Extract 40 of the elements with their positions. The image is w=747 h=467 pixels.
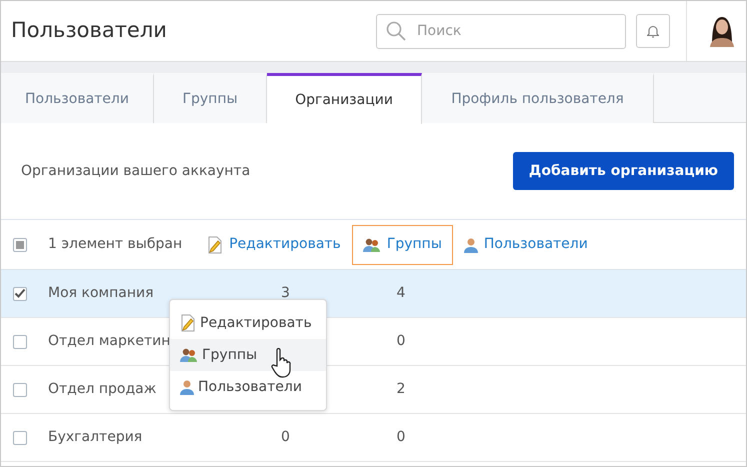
people-icon: [362, 236, 381, 252]
page-title: Пользователи: [10, 17, 168, 44]
table-cell: Отдел продаж: [48, 381, 156, 397]
pencil-icon: [207, 236, 224, 254]
table-cell: 2: [396, 381, 406, 397]
table-cell: 0: [281, 429, 290, 445]
pencil-icon: [180, 314, 196, 332]
notifications-button[interactable]: [636, 14, 670, 48]
select-all-checkbox[interactable]: [13, 238, 27, 252]
toolbar-action[interactable]: Пользователи: [452, 224, 599, 264]
row-checkbox[interactable]: [13, 334, 27, 348]
toolbar-action[interactable]: Группы: [352, 224, 453, 264]
row-checkbox[interactable]: [13, 286, 27, 300]
person-icon: [464, 236, 478, 252]
menu-item[interactable]: Группы: [170, 339, 326, 371]
tab[interactable]: Группы: [154, 73, 267, 123]
selection-count: 1 элемент выбран: [48, 235, 182, 254]
table-cell: Бухгалтерия: [48, 429, 142, 445]
add-organization-button[interactable]: Добавить организацию: [512, 152, 734, 190]
bell-icon: [647, 24, 659, 38]
section-title: Организации вашего аккаунта: [21, 162, 250, 180]
table-cell: 0: [396, 333, 406, 349]
table-cell: Отдел маркетин: [48, 333, 170, 349]
table-cell: 4: [396, 285, 406, 301]
menu-item[interactable]: Пользователи: [170, 371, 326, 403]
search-field[interactable]: Поиск: [376, 14, 626, 48]
tab[interactable]: Профиль пользователя: [422, 73, 654, 123]
toolbar-action[interactable]: Редактировать: [196, 224, 352, 264]
row-checkbox[interactable]: [13, 430, 27, 444]
avatar[interactable]: [708, 15, 736, 47]
table-cell: 3: [281, 285, 290, 301]
tab[interactable]: Организации: [267, 73, 422, 124]
people-icon: [180, 347, 198, 363]
row-checkbox[interactable]: [13, 382, 27, 396]
table-cell: Моя компания: [48, 285, 154, 301]
hand-cursor-icon: [271, 348, 291, 378]
person-icon: [180, 379, 194, 395]
menu-item[interactable]: Редактировать: [170, 307, 326, 339]
table-cell: 0: [396, 429, 406, 445]
tab[interactable]: Пользователи: [1, 73, 154, 123]
